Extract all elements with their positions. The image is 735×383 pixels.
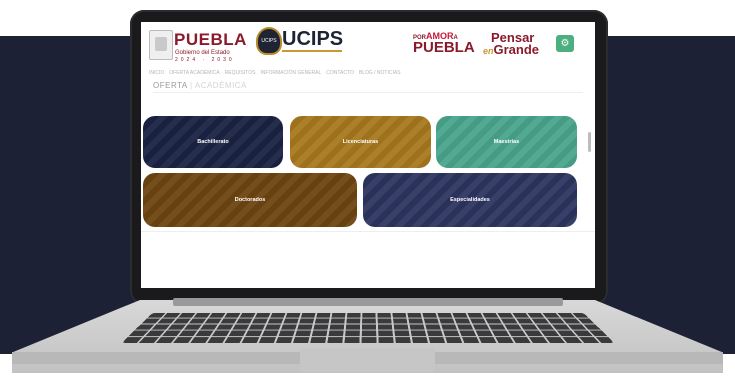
puebla-subtitle: Gobierno del Estado [175,50,230,56]
card-doctorados-label: Doctorados [234,197,266,203]
state-shield-icon [149,30,173,60]
gear-icon: ⚙ [560,38,570,49]
nav-item-blog[interactable]: BLOG / NOTICIAS [359,70,401,76]
card-maestrias-label: Maestrías [493,139,520,145]
page-title: OFERTA | ACADÉMICA [153,81,247,90]
card-bachillerato[interactable]: Bachillerato [143,116,283,168]
title-divider [153,92,583,93]
en-text: en [483,46,494,56]
amor-puebla-logo: PUEBLA [413,39,475,56]
card-bachillerato-label: Bachillerato [197,139,229,145]
page-title-part1: OFERTA [153,81,188,90]
card-especialidades-label: Especialidades [450,197,490,203]
nav-item-inicio[interactable]: INICIO [149,70,164,76]
card-especialidades[interactable]: Especialidades [363,173,577,227]
main-nav: INICIO OFERTA ACADÉMICA REQUISITOS INFOR… [149,70,401,76]
nav-item-info[interactable]: INFORMACIÓN GENERAL [260,70,321,76]
en-grande-logo: enGrande [483,43,539,58]
page-title-sep: | [187,81,195,90]
page-title-part2: ACADÉMICA [194,81,247,90]
content-divider [141,231,595,232]
card-licenciaturas-label: Licenciaturas [342,139,379,145]
ucips-badge-icon: UCIPS [256,27,282,55]
accessibility-button[interactable]: ⚙ [556,35,574,52]
nav-item-requisitos[interactable]: REQUISITOS [225,70,256,76]
ucips-logo[interactable]: UCIPS [282,29,343,49]
card-maestrias[interactable]: Maestrías [436,116,577,168]
site-header: PUEBLA Gobierno del Estado 2024 · 2030 U… [141,22,595,68]
grande-text: Grande [493,42,540,57]
puebla-logo[interactable]: PUEBLA [174,31,247,48]
nav-item-oferta[interactable]: OFERTA ACADÉMICA [169,70,219,76]
laptop-screen: PUEBLA Gobierno del Estado 2024 · 2030 U… [141,22,595,288]
scrollbar[interactable] [588,132,591,152]
keyboard-rows [121,312,615,344]
touchpad [300,348,435,372]
ucips-underline [282,50,342,52]
nav-item-contacto[interactable]: CONTACTO [326,70,354,76]
card-licenciaturas[interactable]: Licenciaturas [290,116,431,168]
laptop-hinge [173,298,563,306]
card-doctorados[interactable]: Doctorados [143,173,357,227]
puebla-years: 2024 · 2030 [175,57,235,63]
